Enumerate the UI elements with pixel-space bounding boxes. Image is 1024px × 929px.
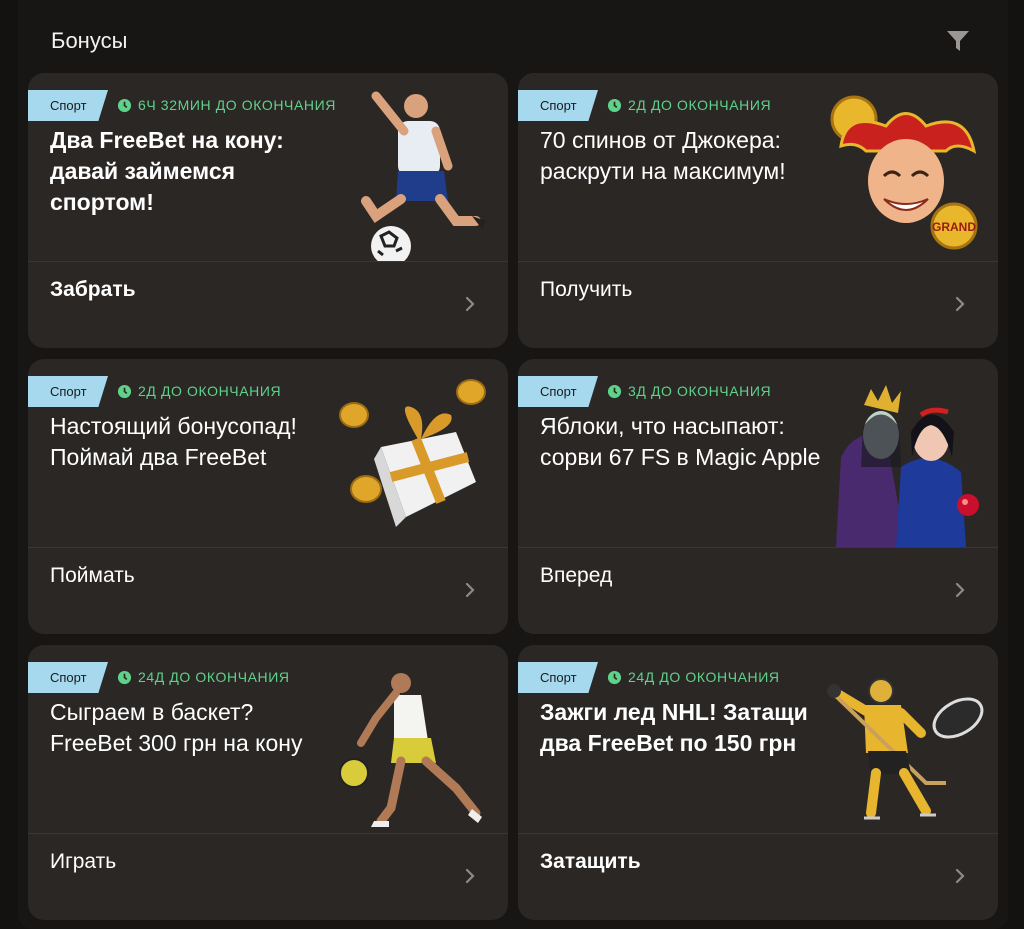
category-tag: Спорт [28, 90, 108, 121]
bonus-card-5[interactable]: Спорт 24Д ДО ОКОНЧАНИЯ Сыграем в баскет?… [28, 645, 508, 920]
clock-icon [607, 670, 622, 684]
action-label[interactable]: Забрать [50, 278, 136, 302]
action-label[interactable]: Вперед [540, 564, 612, 588]
category-tag: Спорт [28, 662, 108, 693]
category-tag: Спорт [518, 662, 598, 693]
timer: 24Д ДО ОКОНЧАНИЯ [117, 667, 290, 687]
bonus-title: Два FreeBet на кону: давай займемся спор… [50, 127, 284, 215]
hockey-player-image [827, 678, 984, 820]
queen-and-snow-white-image [836, 385, 979, 547]
timer: 24Д ДО ОКОНЧАНИЯ [607, 667, 780, 687]
timer: 2Д ДО ОКОНЧАНИЯ [607, 95, 771, 115]
divider [518, 261, 998, 262]
timer: 6Ч 32МИН ДО ОКОНЧАНИЯ [117, 95, 336, 115]
chevron-right-icon [955, 868, 965, 884]
divider [518, 547, 998, 548]
bonus-card-6[interactable]: Спорт 24Д ДО ОКОНЧАНИЯ Зажги лед NHL! За… [518, 645, 998, 920]
filter-icon [947, 31, 969, 51]
divider [28, 547, 508, 548]
category-tag: Спорт [518, 90, 598, 121]
divider [518, 833, 998, 834]
bonus-card-3[interactable]: Спорт 2Д ДО ОКОНЧАНИЯ Настоящий бонусопа… [28, 359, 508, 634]
filter-button[interactable] [945, 28, 971, 54]
timer-text: 2Д ДО ОКОНЧАНИЯ [628, 97, 772, 113]
bonus-card-2[interactable]: Спорт 2Д ДО ОКОНЧАНИЯ 70 спинов от Джоке… [518, 73, 998, 348]
clock-icon [117, 384, 132, 398]
joker-image: GRAND [830, 95, 978, 250]
timer: 3Д ДО ОКОНЧАНИЯ [607, 381, 771, 401]
basketball-player-image [339, 673, 482, 827]
clock-icon [117, 98, 132, 112]
timer-text: 6Ч 32МИН ДО ОКОНЧАНИЯ [138, 97, 337, 113]
category-tag: Спорт [518, 376, 598, 407]
clock-icon [607, 98, 622, 112]
timer: 2Д ДО ОКОНЧАНИЯ [117, 381, 281, 401]
bonus-title: 70 спинов от Джокера: раскрути на максим… [540, 127, 786, 184]
bonus-title: Настоящий бонусопад! Поймай два FreeBet [50, 413, 297, 470]
grand-label: GRAND [932, 220, 976, 234]
page-title: Бонусы [51, 28, 128, 53]
chevron-right-icon [465, 868, 475, 884]
action-label[interactable]: Затащить [540, 850, 641, 874]
timer-text: 3Д ДО ОКОНЧАНИЯ [628, 383, 772, 399]
chevron-right-icon [465, 296, 475, 312]
bonus-card-1[interactable]: Спорт 6Ч 32МИН ДО ОКОНЧАНИЯ Два FreeBet … [28, 73, 508, 348]
chevron-right-icon [465, 582, 475, 598]
header: Бонусы [18, 0, 1008, 72]
action-label[interactable]: Играть [50, 850, 116, 874]
soccer-player-image [361, 91, 486, 261]
action-label[interactable]: Поймать [50, 564, 135, 588]
chevron-right-icon [955, 296, 965, 312]
action-label[interactable]: Получить [540, 278, 632, 302]
gift-box-image [339, 379, 486, 527]
bonuses-panel: Бонусы Спорт 6Ч 32МИН ДО ОКОНЧАНИЯ Два F… [18, 0, 1008, 929]
bonus-card-4[interactable]: Спорт 3Д ДО ОКОНЧАНИЯ Яблоки, что насыпа… [518, 359, 998, 634]
clock-icon [607, 384, 622, 398]
bonus-title: Яблоки, что насыпают: сорви 67 FS в Magi… [540, 413, 821, 470]
divider [28, 833, 508, 834]
bonus-title: Зажги лед NHL! Затащи два FreeBet по 150… [540, 699, 808, 756]
timer-text: 24Д ДО ОКОНЧАНИЯ [138, 669, 290, 685]
clock-icon [117, 670, 132, 684]
divider [28, 261, 508, 262]
category-tag: Спорт [28, 376, 108, 407]
bonus-title: Сыграем в баскет? FreeBet 300 грн на кон… [50, 699, 303, 756]
chevron-right-icon [955, 582, 965, 598]
timer-text: 24Д ДО ОКОНЧАНИЯ [628, 669, 780, 685]
timer-text: 2Д ДО ОКОНЧАНИЯ [138, 383, 282, 399]
